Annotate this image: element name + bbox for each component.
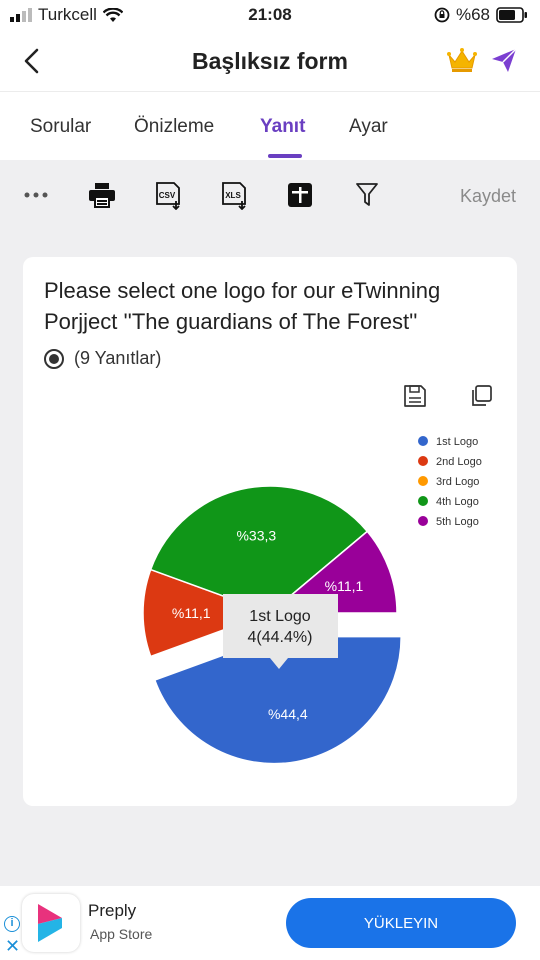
tab-bar: Sorular Önizleme Yanıt Ayar — [0, 92, 540, 160]
question-card: Please select one logo for our eTwinning… — [23, 257, 517, 806]
filter-icon[interactable] — [355, 182, 379, 208]
csv-download-icon[interactable]: CSV — [154, 182, 184, 210]
ad-app-logo[interactable] — [22, 894, 80, 952]
ad-close-icon[interactable]: ✕ — [5, 936, 20, 957]
legend-label-3[interactable]: 3rd Logo — [436, 476, 479, 488]
slice-label-4: %33,3 — [236, 527, 276, 543]
legend-marker-5 — [418, 516, 428, 526]
rotation-lock-icon — [434, 7, 450, 23]
tooltip-line2: 4(44.4%) — [248, 629, 313, 646]
pie-chart: %44,4 %11,1 %33,3 %11,1 1st Logo 2nd Logo 3rd… — [142, 436, 482, 765]
battery-percent: %68 — [455, 5, 490, 24]
add-box-icon[interactable] — [287, 182, 313, 208]
active-tab-indicator — [268, 154, 302, 158]
send-icon[interactable] — [490, 46, 518, 74]
slice-label-2: %11,1 — [172, 605, 211, 621]
csv-label: CSV — [159, 191, 176, 200]
legend-label-1[interactable]: 1st Logo — [436, 436, 478, 448]
ad-app-name[interactable]: Preply — [88, 901, 136, 921]
ad-info-icon[interactable]: i — [4, 916, 20, 932]
chart-tooltip: 1st Logo 4(44.4%) — [223, 594, 338, 669]
legend-label-2[interactable]: 2nd Logo — [436, 456, 482, 468]
legend-marker-3 — [418, 476, 428, 486]
tab-onizleme[interactable]: Önizleme — [134, 116, 214, 138]
slice-label-1: %44,4 — [268, 706, 308, 722]
legend-marker-4 — [418, 496, 428, 506]
crown-icon[interactable] — [446, 46, 478, 74]
ad-banner: i ✕ Preply App Store YÜKLEYIN — [0, 886, 540, 960]
preply-logo-icon — [38, 904, 62, 942]
toolbar: CSV XLS Kaydet — [0, 160, 540, 234]
app-header: Başlıksız form — [0, 30, 540, 92]
print-icon[interactable] — [88, 182, 116, 208]
ad-install-button[interactable]: YÜKLEYIN — [286, 898, 516, 948]
xls-label: XLS — [225, 191, 241, 200]
ad-store-name: App Store — [90, 926, 153, 942]
slice-label-5: %11,1 — [325, 578, 364, 594]
more-icon[interactable] — [24, 192, 48, 198]
status-bar: Turkcell 21:08 %68 — [0, 0, 540, 30]
legend-label-4[interactable]: 4th Logo — [436, 496, 479, 508]
battery-icon — [496, 7, 527, 23]
legend-marker-2 — [418, 456, 428, 466]
tab-yanit[interactable]: Yanıt — [260, 116, 305, 138]
legend-label-5[interactable]: 5th Logo — [436, 516, 479, 528]
save-button[interactable]: Kaydet — [460, 186, 516, 207]
legend-marker-1 — [418, 436, 428, 446]
xls-download-icon[interactable]: XLS — [220, 182, 250, 210]
tooltip-line1: 1st Logo — [249, 608, 310, 625]
tab-sorular[interactable]: Sorular — [30, 116, 91, 138]
tab-ayar[interactable]: Ayar — [349, 116, 388, 138]
